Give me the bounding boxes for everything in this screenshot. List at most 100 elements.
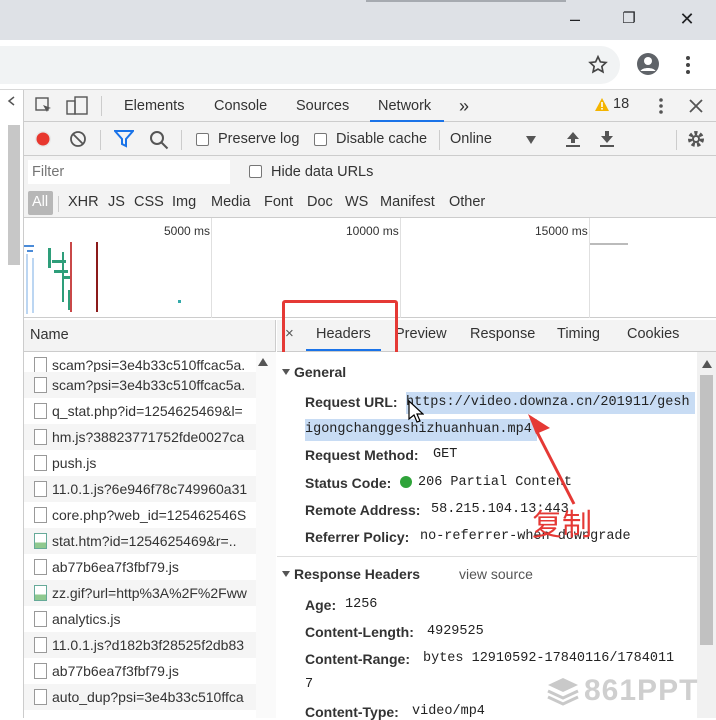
type-all[interactable]: All: [32, 194, 48, 210]
request-row[interactable]: ab77b6ea7f3fbf79.js: [24, 658, 256, 684]
request-name: 11.0.1.js?d182b3f28525f2db83: [52, 637, 245, 653]
type-js[interactable]: JS: [108, 194, 125, 210]
tab-response[interactable]: Response: [470, 326, 535, 342]
request-row[interactable]: q_stat.php?id=1254625469&l=: [24, 398, 256, 424]
type-media[interactable]: Media: [211, 194, 251, 210]
type-doc[interactable]: Doc: [307, 194, 333, 210]
preserve-log-label: Preserve log: [218, 131, 300, 147]
type-img[interactable]: Img: [172, 194, 196, 210]
request-row[interactable]: ab77b6ea7f3fbf79.js: [24, 554, 256, 580]
request-name: analytics.js: [52, 611, 121, 627]
view-source-link[interactable]: view source: [459, 566, 533, 582]
file-icon: [34, 429, 47, 445]
devtools-menu-icon[interactable]: [656, 96, 666, 116]
request-name: stat.htm?id=1254625469&r=..: [52, 533, 237, 549]
hide-data-urls-checkbox[interactable]: [249, 165, 262, 178]
file-icon: [34, 481, 47, 497]
clear-icon[interactable]: [69, 130, 87, 148]
request-name: auto_dup?psi=3e4b33c510ffca: [52, 689, 244, 705]
general-section-title[interactable]: General: [294, 364, 346, 380]
more-tabs-button[interactable]: »: [459, 90, 469, 122]
timeline-waterfall: [24, 242, 181, 314]
request-row[interactable]: core.php?web_id=125462546S: [24, 502, 256, 528]
scroll-up-icon[interactable]: [258, 358, 268, 366]
request-row[interactable]: auto_dup?psi=3e4b33c510ffca: [24, 684, 256, 710]
annotation-arrow-icon: [528, 414, 576, 505]
type-css[interactable]: CSS: [134, 194, 164, 210]
request-row[interactable]: push.js: [24, 450, 256, 476]
request-name: hm.js?38823771752fde0027ca: [52, 429, 245, 445]
type-ws[interactable]: WS: [345, 194, 368, 210]
request-row[interactable]: analytics.js: [24, 606, 256, 632]
page-scrollbar[interactable]: [8, 125, 20, 265]
close-window-button[interactable]: ✕: [672, 8, 702, 30]
response-headers-title[interactable]: Response Headers: [294, 566, 420, 582]
disable-cache-checkbox[interactable]: [314, 133, 327, 146]
file-icon: [34, 455, 47, 471]
minimize-button[interactable]: –: [560, 8, 590, 30]
type-other[interactable]: Other: [449, 194, 485, 210]
filter-input[interactable]: [28, 160, 230, 184]
request-name: ab77b6ea7f3fbf79.js: [52, 663, 179, 679]
dropdown-arrow-icon[interactable]: [526, 136, 536, 144]
request-name: 11.0.1.js?6e946f78c749960a31: [52, 481, 248, 497]
type-xhr[interactable]: XHR: [68, 194, 99, 210]
request-row[interactable]: 11.0.1.js?d182b3f28525f2db83: [24, 632, 256, 658]
tab-timing[interactable]: Timing: [557, 326, 600, 342]
export-har-icon[interactable]: [598, 130, 616, 148]
filter-icon[interactable]: [114, 130, 134, 148]
device-toolbar-icon[interactable]: [66, 96, 88, 116]
timeline-label: 5000 ms: [164, 224, 211, 238]
file-icon: [34, 377, 47, 393]
bookmark-star-icon[interactable]: [587, 54, 609, 76]
request-row[interactable]: zz.gif?url=http%3A%2F%2Fww: [24, 580, 256, 606]
type-font[interactable]: Font: [264, 194, 293, 210]
import-har-icon[interactable]: [564, 130, 582, 148]
gear-icon[interactable]: [686, 129, 706, 149]
scroll-up-icon[interactable]: [702, 360, 712, 368]
browser-menu-icon[interactable]: [682, 54, 694, 76]
close-devtools-icon[interactable]: [688, 98, 704, 114]
throttling-select[interactable]: Online: [450, 131, 492, 147]
request-url-key: Request URL:: [305, 394, 398, 410]
record-icon[interactable]: [34, 130, 52, 148]
request-name: core.php?web_id=125462546S: [52, 507, 247, 523]
divider: [439, 130, 440, 150]
age-value: 1256: [345, 597, 378, 612]
age-key: Age:: [305, 597, 337, 613]
tab-elements[interactable]: Elements: [124, 90, 184, 122]
timeline-label: 15000 ms: [535, 224, 588, 238]
tab-console[interactable]: Console: [214, 90, 267, 122]
inspect-element-icon[interactable]: [34, 96, 54, 116]
triangle-down-icon[interactable]: [281, 367, 291, 377]
tab-cookies[interactable]: Cookies: [627, 326, 679, 342]
search-icon[interactable]: [149, 130, 169, 150]
name-column-header[interactable]: Name: [30, 327, 69, 343]
scrollbar-thumb[interactable]: [700, 375, 713, 645]
type-manifest[interactable]: Manifest: [380, 194, 435, 210]
request-row[interactable]: scam?psi=3e4b33c510ffcac5a.: [24, 372, 256, 398]
tab-preview[interactable]: Preview: [395, 326, 447, 342]
preserve-log-checkbox[interactable]: [196, 133, 209, 146]
divider: [101, 96, 102, 116]
timeline-bar: [590, 243, 628, 245]
watermark-text: 861PPT: [584, 674, 699, 707]
request-row[interactable]: stat.htm?id=1254625469&r=..: [24, 528, 256, 554]
omnibox[interactable]: [0, 46, 620, 84]
tab-network[interactable]: Network: [370, 90, 444, 122]
request-row[interactable]: hm.js?38823771752fde0027ca: [24, 424, 256, 450]
divider: [100, 130, 101, 150]
request-name: zz.gif?url=http%3A%2F%2Fww: [52, 585, 247, 601]
request-row[interactable]: 11.0.1.js?6e946f78c749960a31: [24, 476, 256, 502]
referrer-policy-value: no-referrer-when-downgrade: [420, 529, 631, 544]
referrer-policy-key: Referrer Policy:: [305, 529, 410, 545]
restore-button[interactable]: ❐: [614, 8, 644, 30]
profile-icon[interactable]: [636, 52, 660, 76]
title-bar-edge: [366, 0, 566, 2]
timeline-label: 10000 ms: [346, 224, 399, 238]
warning-count[interactable]: 18: [613, 96, 629, 112]
triangle-down-icon[interactable]: [281, 569, 291, 579]
disable-cache-label: Disable cache: [336, 131, 428, 147]
request-list-scrollbar[interactable]: [256, 352, 276, 718]
tab-sources[interactable]: Sources: [296, 90, 349, 122]
